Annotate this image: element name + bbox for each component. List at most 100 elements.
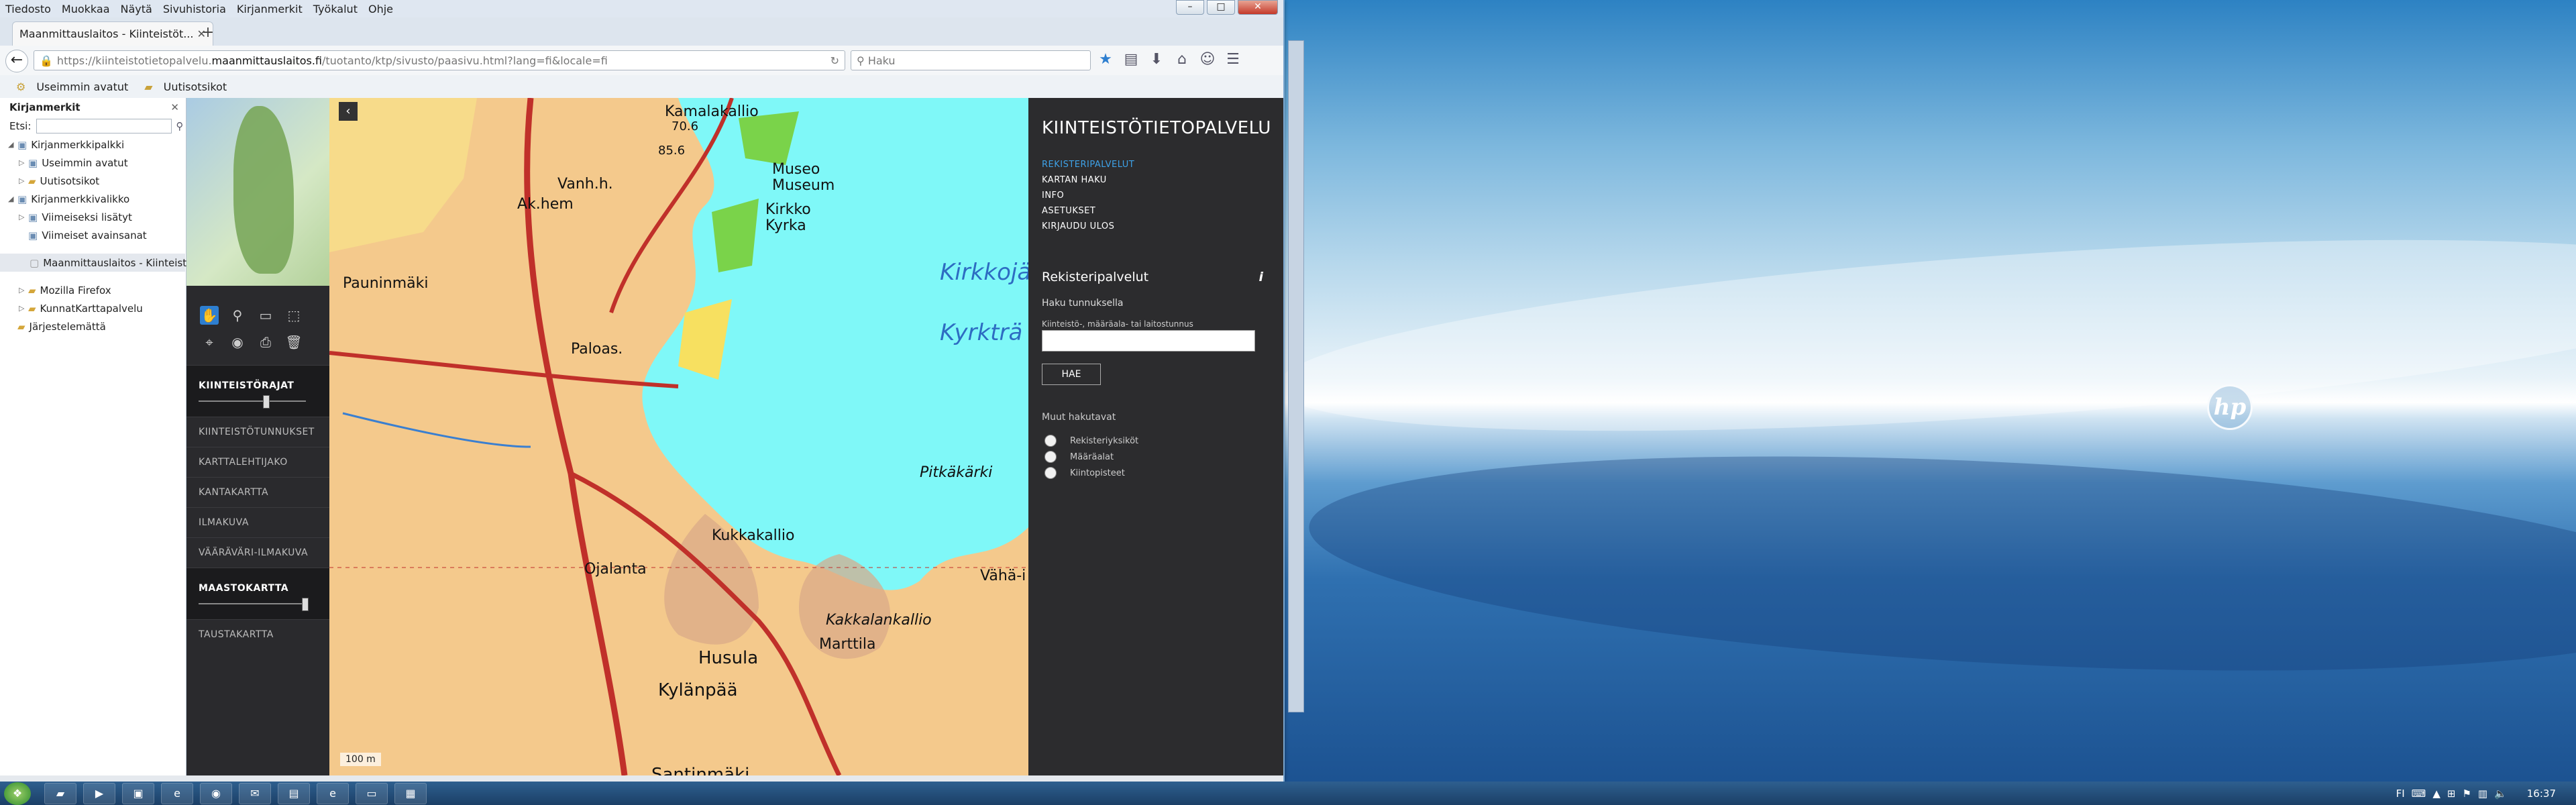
- layer-maastokartta[interactable]: MAASTOKARTTA: [186, 568, 329, 619]
- sidebar-close-icon[interactable]: ✕: [170, 101, 179, 113]
- minimize-button[interactable]: –: [1176, 0, 1204, 15]
- slider-knob[interactable]: [263, 395, 270, 409]
- layer-karttalehtijako[interactable]: KARTTALEHTIJAKO: [186, 447, 329, 477]
- collapse-panel-icon[interactable]: ‹: [339, 102, 358, 121]
- collapse-icon[interactable]: ◢: [8, 195, 17, 203]
- slider-knob[interactable]: [301, 598, 309, 611]
- reload-icon[interactable]: ↻: [830, 54, 839, 67]
- tree-item-recent-tags[interactable]: ▣ Viimeiset avainsanat: [8, 226, 186, 244]
- layer-kiinteistotunnukset[interactable]: KIINTEISTÖTUNNUKSET: [186, 417, 329, 447]
- measure-icon[interactable]: ▭: [256, 306, 275, 325]
- start-button[interactable]: ❖: [4, 782, 31, 805]
- property-id-input[interactable]: [1042, 330, 1255, 352]
- radio-kiintopisteet[interactable]: Kiintopisteet: [1044, 467, 1125, 479]
- radio-rekisteriyksikot[interactable]: Rekisteriyksiköt: [1044, 435, 1138, 447]
- tree-item-most-visited[interactable]: ▷ ▣ Useimmin avatut: [8, 154, 186, 172]
- network-icon[interactable]: ▥: [2478, 788, 2487, 800]
- menu-tools[interactable]: Työkalut: [308, 3, 363, 15]
- expand-icon[interactable]: ▷: [19, 158, 28, 167]
- tree-item-maanmittauslaitos[interactable]: ▢ Maanmittauslaitos - Kiinteistö...: [0, 254, 202, 272]
- back-button[interactable]: ←: [5, 50, 28, 72]
- trash-icon[interactable]: 🗑: [284, 333, 303, 352]
- calculator-icon[interactable]: ▦: [394, 782, 427, 804]
- expand-icon[interactable]: ▷: [19, 213, 28, 221]
- area-icon[interactable]: ⬚: [284, 306, 303, 325]
- collapse-icon[interactable]: ◢: [8, 140, 17, 149]
- language-indicator[interactable]: FI: [2396, 788, 2405, 800]
- tree-item-unsorted[interactable]: ▰ Järjestelemättä: [8, 317, 186, 335]
- bookmark-news[interactable]: ▰ Uutisotsikot: [136, 80, 227, 93]
- layer-vaaravari-ilmakuva[interactable]: VÄÄRÄVÄRI-ILMAKUVA: [186, 537, 329, 568]
- tree-item-kunnatkarttapalvelu[interactable]: ▷ ▰ KunnatKarttapalvelu: [8, 299, 186, 317]
- menu-view[interactable]: Näytä: [115, 3, 158, 15]
- menu-help[interactable]: Ohje: [363, 3, 398, 15]
- clipboard-icon[interactable]: ▤: [1123, 51, 1139, 68]
- new-tab-button[interactable]: +: [199, 25, 217, 42]
- pin-icon[interactable]: ⚲: [228, 306, 247, 325]
- menu-history[interactable]: Sivuhistoria: [158, 3, 231, 15]
- url-bar[interactable]: 🔒 https://kiinteistotietopalvelu. maanmit…: [34, 50, 845, 70]
- radio-circle[interactable]: [1044, 435, 1057, 447]
- menu-bookmarks[interactable]: Kirjanmerkit: [231, 3, 308, 15]
- menu-kirjaudu-ulos[interactable]: KIRJAUDU ULOS: [1042, 219, 1134, 234]
- menu-edit[interactable]: Muokkaa: [56, 3, 115, 15]
- menu-asetukset[interactable]: ASETUKSET: [1042, 203, 1134, 219]
- layer-kiinteistorajat[interactable]: KIINTEISTÖRAJAT: [186, 365, 329, 417]
- layer-taustakartta[interactable]: TAUSTAKARTTA: [186, 619, 329, 649]
- folder-icon[interactable]: ▣: [122, 782, 154, 804]
- second-window-edge[interactable]: [1288, 40, 1304, 712]
- outlook-icon[interactable]: ✉: [239, 782, 271, 804]
- firefox-icon[interactable]: ◉: [200, 782, 232, 804]
- ie-icon-2[interactable]: e: [317, 782, 349, 804]
- download-icon[interactable]: ⬇: [1148, 51, 1165, 68]
- maximize-button[interactable]: □: [1207, 0, 1235, 15]
- clock[interactable]: 16:37: [2527, 788, 2556, 800]
- hamburger-menu-icon[interactable]: ☰: [1225, 51, 1241, 68]
- info-tool-icon[interactable]: ◉: [228, 333, 247, 352]
- chat-icon[interactable]: ☺: [1199, 51, 1216, 68]
- layer-kantakartta[interactable]: KANTAKARTTA: [186, 477, 329, 507]
- volume-icon[interactable]: 🔈: [2494, 788, 2507, 800]
- expand-icon[interactable]: ▷: [19, 176, 28, 185]
- tree-item-bookmarks-menu[interactable]: ◢ ▣ Kirjanmerkkivalikko: [8, 190, 186, 208]
- tree-item-mozilla-firefox[interactable]: ▷ ▰ Mozilla Firefox: [8, 281, 186, 299]
- explorer-icon[interactable]: ▤: [278, 782, 310, 804]
- show-hidden-icon[interactable]: ▲: [2432, 788, 2440, 800]
- tree-item-news[interactable]: ▷ ▰ Uutisotsikot: [8, 172, 186, 190]
- media-player-icon[interactable]: ▶: [83, 782, 115, 804]
- tree-item-recently-added[interactable]: ▷ ▣ Viimeiseksi lisätyt: [8, 208, 186, 226]
- menu-rekisteripalvelut[interactable]: REKISTERIPALVELUT: [1042, 157, 1134, 172]
- radio-circle[interactable]: [1044, 451, 1057, 463]
- map-view[interactable]: ‹ Kamalakallio 70.6 85.6 Vanh.h. Museo M…: [329, 98, 1028, 775]
- tab-maanmittauslaitos[interactable]: Maanmittauslaitos - Kiinteistöt... ✕: [12, 21, 213, 46]
- opacity-slider[interactable]: [199, 598, 309, 611]
- sidebar-search-input[interactable]: [36, 119, 172, 133]
- window-icon[interactable]: ▭: [356, 782, 388, 804]
- window-close-button[interactable]: ✕: [1238, 0, 1278, 15]
- windows-icon[interactable]: ⊞: [2447, 788, 2456, 800]
- overview-minimap[interactable]: [186, 98, 329, 286]
- home-icon[interactable]: ⌂: [1174, 51, 1190, 68]
- radio-maaraalat[interactable]: Määräalat: [1044, 451, 1114, 463]
- menu-kartan-haku[interactable]: KARTAN HAKU: [1042, 172, 1134, 188]
- opacity-slider[interactable]: [199, 395, 306, 409]
- expand-icon[interactable]: ▷: [19, 304, 28, 313]
- search-input[interactable]: ⚲ Haku: [851, 50, 1091, 70]
- ie-icon[interactable]: e: [161, 782, 193, 804]
- flag-icon[interactable]: ⚑: [2462, 788, 2471, 800]
- menu-info[interactable]: INFO: [1042, 188, 1134, 203]
- radio-circle[interactable]: [1044, 467, 1057, 479]
- info-icon[interactable]: i: [1258, 270, 1263, 284]
- search-button[interactable]: HAE: [1042, 364, 1101, 385]
- pan-hand-icon[interactable]: ✋: [200, 306, 219, 325]
- point-icon[interactable]: ⌖: [200, 333, 219, 352]
- tree-item-toolbar[interactable]: ◢ ▣ Kirjanmerkkipalkki: [8, 136, 186, 154]
- print-icon[interactable]: ⎙: [256, 333, 275, 352]
- menu-file[interactable]: Tiedosto: [0, 3, 56, 15]
- bookmark-most-visited[interactable]: ⚙ Useimmin avatut: [8, 80, 128, 93]
- layer-ilmakuva[interactable]: ILMAKUVA: [186, 507, 329, 537]
- bookmark-star-icon[interactable]: ★: [1097, 51, 1114, 68]
- keyboard-icon[interactable]: ⌨: [2412, 788, 2426, 800]
- file-explorer-icon[interactable]: ▰: [44, 782, 76, 804]
- expand-icon[interactable]: ▷: [19, 286, 28, 294]
